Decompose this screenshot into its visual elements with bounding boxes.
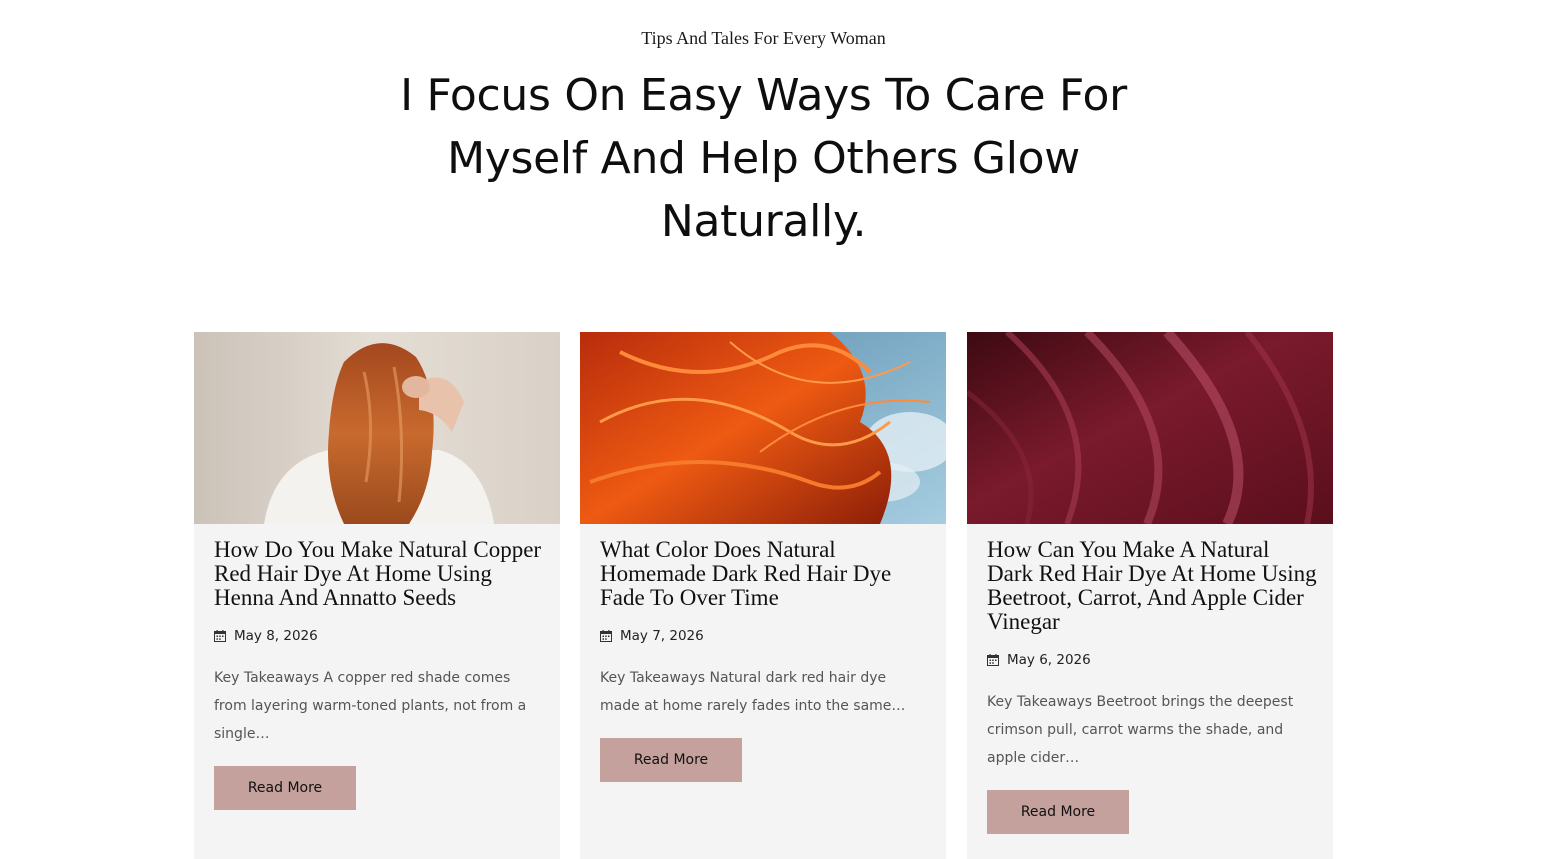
post-date: May 8, 2026 (214, 628, 544, 644)
post-card: How Do You Make Natural Copper Red Hair … (194, 332, 560, 859)
post-card: How Can You Make A Natural Dark Red Hair… (967, 332, 1333, 859)
post-thumbnail[interactable] (967, 332, 1333, 524)
read-more-button[interactable]: Read More (214, 766, 356, 810)
post-excerpt: Key Takeaways A copper red shade comes f… (214, 670, 527, 742)
post-title[interactable]: What Color Does Natural Homemade Dark Re… (600, 538, 930, 610)
posts-grid: How Do You Make Natural Copper Red Hair … (194, 332, 1333, 859)
post-date-text: May 8, 2026 (234, 628, 318, 644)
read-more-button[interactable]: Read More (987, 790, 1129, 834)
read-more-button[interactable]: Read More (600, 738, 742, 782)
post-thumbnail[interactable] (194, 332, 560, 524)
post-title[interactable]: How Can You Make A Natural Dark Red Hair… (987, 538, 1317, 634)
tagline: Tips And Tales For Every Woman (641, 28, 886, 48)
post-card: What Color Does Natural Homemade Dark Re… (580, 332, 946, 859)
calendar-icon (987, 654, 999, 666)
page-headline: I Focus On Easy Ways To Care For Myself … (400, 70, 1127, 247)
post-excerpt: Key Takeaways Natural dark red hair dye … (600, 670, 906, 714)
post-date-text: May 6, 2026 (1007, 652, 1091, 668)
post-title[interactable]: How Do You Make Natural Copper Red Hair … (214, 538, 544, 610)
post-excerpt: Key Takeaways Beetroot brings the deepes… (987, 694, 1294, 766)
post-date: May 7, 2026 (600, 628, 930, 644)
post-date: May 6, 2026 (987, 652, 1317, 668)
post-date-text: May 7, 2026 (620, 628, 704, 644)
post-thumbnail[interactable] (580, 332, 946, 524)
calendar-icon (214, 630, 226, 642)
calendar-icon (600, 630, 612, 642)
